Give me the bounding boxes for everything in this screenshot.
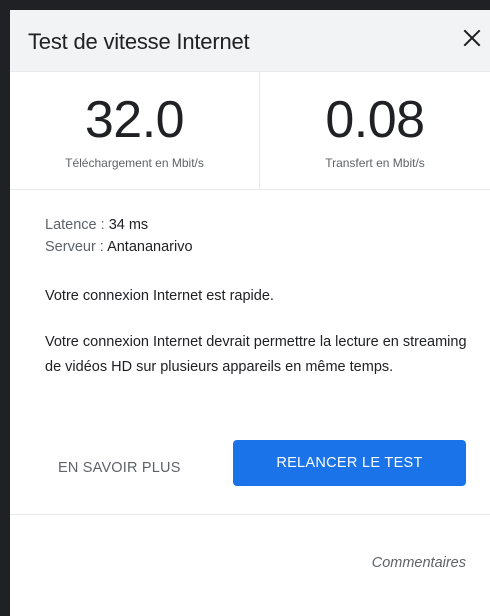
latency-value: 34 ms	[108, 217, 149, 233]
download-metric: 32.0 Téléchargement en Mbit/s	[10, 72, 260, 189]
backdrop: Test de vitesse Internet 32.0 Télécharge…	[0, 0, 490, 616]
close-icon	[463, 29, 481, 47]
latency-row: Latence : 34 ms	[45, 214, 475, 236]
dialog-header: Test de vitesse Internet	[10, 10, 490, 72]
server-label: Serveur :	[45, 239, 108, 255]
upload-metric: 0.08 Transfert en Mbit/s	[260, 72, 490, 189]
upload-value: 0.08	[325, 91, 425, 149]
feedback-link[interactable]: Commentaires	[372, 555, 466, 571]
capability-message: Votre connexion Internet devrait permett…	[45, 334, 467, 375]
server-row: Serveur : Antananarivo	[45, 236, 475, 258]
latency-label: Latence :	[45, 217, 109, 233]
close-button[interactable]	[456, 22, 488, 54]
rerun-test-button[interactable]: RELANCER LE TEST	[233, 440, 466, 486]
dialog-title: Test de vitesse Internet	[28, 29, 250, 54]
connection-info: Latence : 34 ms Serveur : Antananarivo	[45, 214, 475, 258]
download-unit: Téléchargement en Mbit/s	[65, 156, 204, 170]
speed-message: Votre connexion Internet est rapide.	[45, 288, 274, 304]
server-value: Antananarivo	[107, 239, 193, 255]
learn-more-button[interactable]: EN SAVOIR PLUS	[48, 448, 191, 488]
speed-test-dialog: Test de vitesse Internet 32.0 Télécharge…	[10, 10, 490, 616]
download-value: 32.0	[84, 91, 185, 149]
upload-unit: Transfert en Mbit/s	[325, 156, 425, 170]
speed-metrics: 32.0 Téléchargement en Mbit/s 0.08 Trans…	[10, 72, 490, 190]
dialog-footer: Commentaires	[10, 514, 490, 616]
